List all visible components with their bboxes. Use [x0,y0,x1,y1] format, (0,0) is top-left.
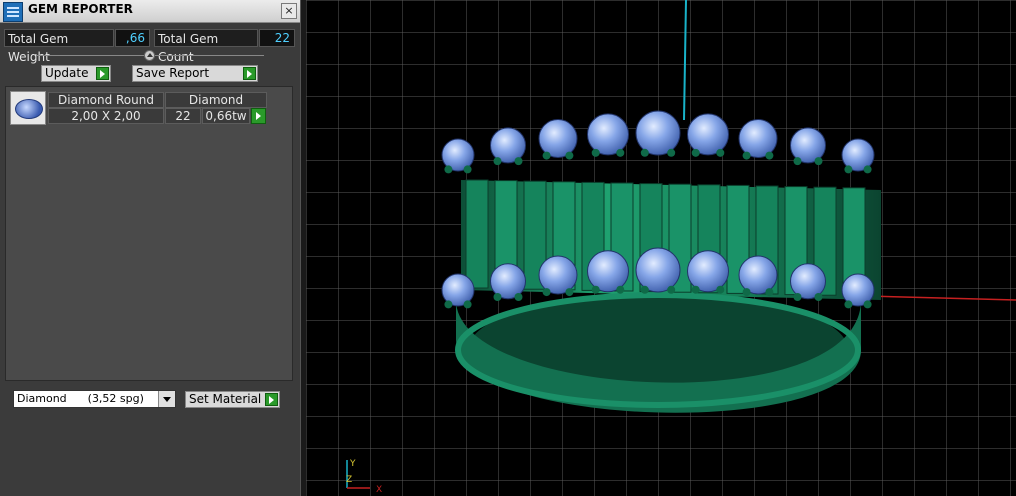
axis-label-y: Y [349,459,356,469]
prong [444,165,453,174]
play-arrow-icon [96,67,109,80]
prong [863,300,872,309]
collapse-handle-icon[interactable] [144,50,155,61]
prong [844,165,853,174]
gem-stone [738,255,778,295]
chevron-down-icon[interactable] [158,391,175,407]
gem-stone [687,113,729,156]
gem-stone [538,119,578,158]
prong [691,148,700,157]
total-gem-weight-label: Total Gem Weight [4,29,114,64]
prong [542,288,551,297]
gem-size-cell: 2,00 X 2,00 [48,108,164,124]
material-select[interactable]: Diamond (3,52 spg) [13,390,176,408]
prong [640,148,649,157]
material-select-value: Diamond (3,52 spg) [17,392,144,405]
gem-list [5,86,293,381]
app-icon [3,2,23,22]
gem-thumbnail-icon [10,91,46,125]
close-button[interactable]: × [281,3,297,19]
gem-reporter-panel: GEM REPORTER × Total Gem Weight ,66 Tota… [0,0,300,496]
prong [542,151,551,160]
3d-viewport[interactable]: Y Z X [306,0,1016,496]
prong [793,293,802,301]
prong [616,148,625,157]
play-arrow-icon [243,67,256,80]
prong [863,165,872,174]
gem-stone [635,247,681,293]
gem-stone [738,119,778,158]
prong [444,300,453,309]
save-report-button[interactable]: Save Report [132,65,258,82]
prong [667,285,676,294]
prong [691,285,700,294]
prong [716,148,725,157]
total-gem-weight-value: ,66 [115,29,150,47]
total-gem-count-label: Total Gem Count [154,29,258,64]
prong [640,285,649,294]
prong [565,151,574,160]
prong [742,288,751,297]
prong [814,157,823,166]
gem-count-cell: 22 [165,108,201,124]
prong [793,157,802,166]
set-material-button[interactable]: Set Material [185,391,280,408]
prong [591,285,600,294]
title-bar: GEM REPORTER × [0,0,300,23]
prong [463,300,472,309]
prong [742,151,751,160]
gem-stone [587,250,629,293]
window-title: GEM REPORTER [28,2,133,16]
prong [616,285,625,294]
prong [591,148,600,157]
total-gem-count-value: 22 [259,29,295,47]
channel-bar [465,179,489,289]
set-material-button-label: Set Material [189,392,262,406]
gem-stone [538,255,578,295]
play-arrow-icon [265,393,278,406]
prong [514,293,523,301]
prong [565,288,574,297]
gem-shape-cell: Diamond Round [48,92,164,108]
axis-label-z: Z [346,475,352,485]
axis-label-x: X [376,485,382,495]
gem-stone [687,250,729,293]
gem-stone [635,110,681,156]
gem-weight-cell: 0,66tw [202,108,250,124]
gem-stone [587,113,629,156]
update-button[interactable]: Update [41,65,111,82]
viewport-scene: Y Z X [306,0,1016,496]
prong [667,148,676,157]
prong [514,157,523,166]
prong [765,151,774,160]
prong [844,300,853,309]
gem-material-cell: Diamond [165,92,267,108]
prong [716,285,725,294]
prong [765,288,774,297]
gem-row-go-icon[interactable] [251,108,266,124]
prong [814,293,823,301]
update-button-label: Update [45,66,89,80]
prong [493,157,502,166]
save-report-button-label: Save Report [136,66,210,80]
prong [493,293,502,301]
prong [463,165,472,174]
